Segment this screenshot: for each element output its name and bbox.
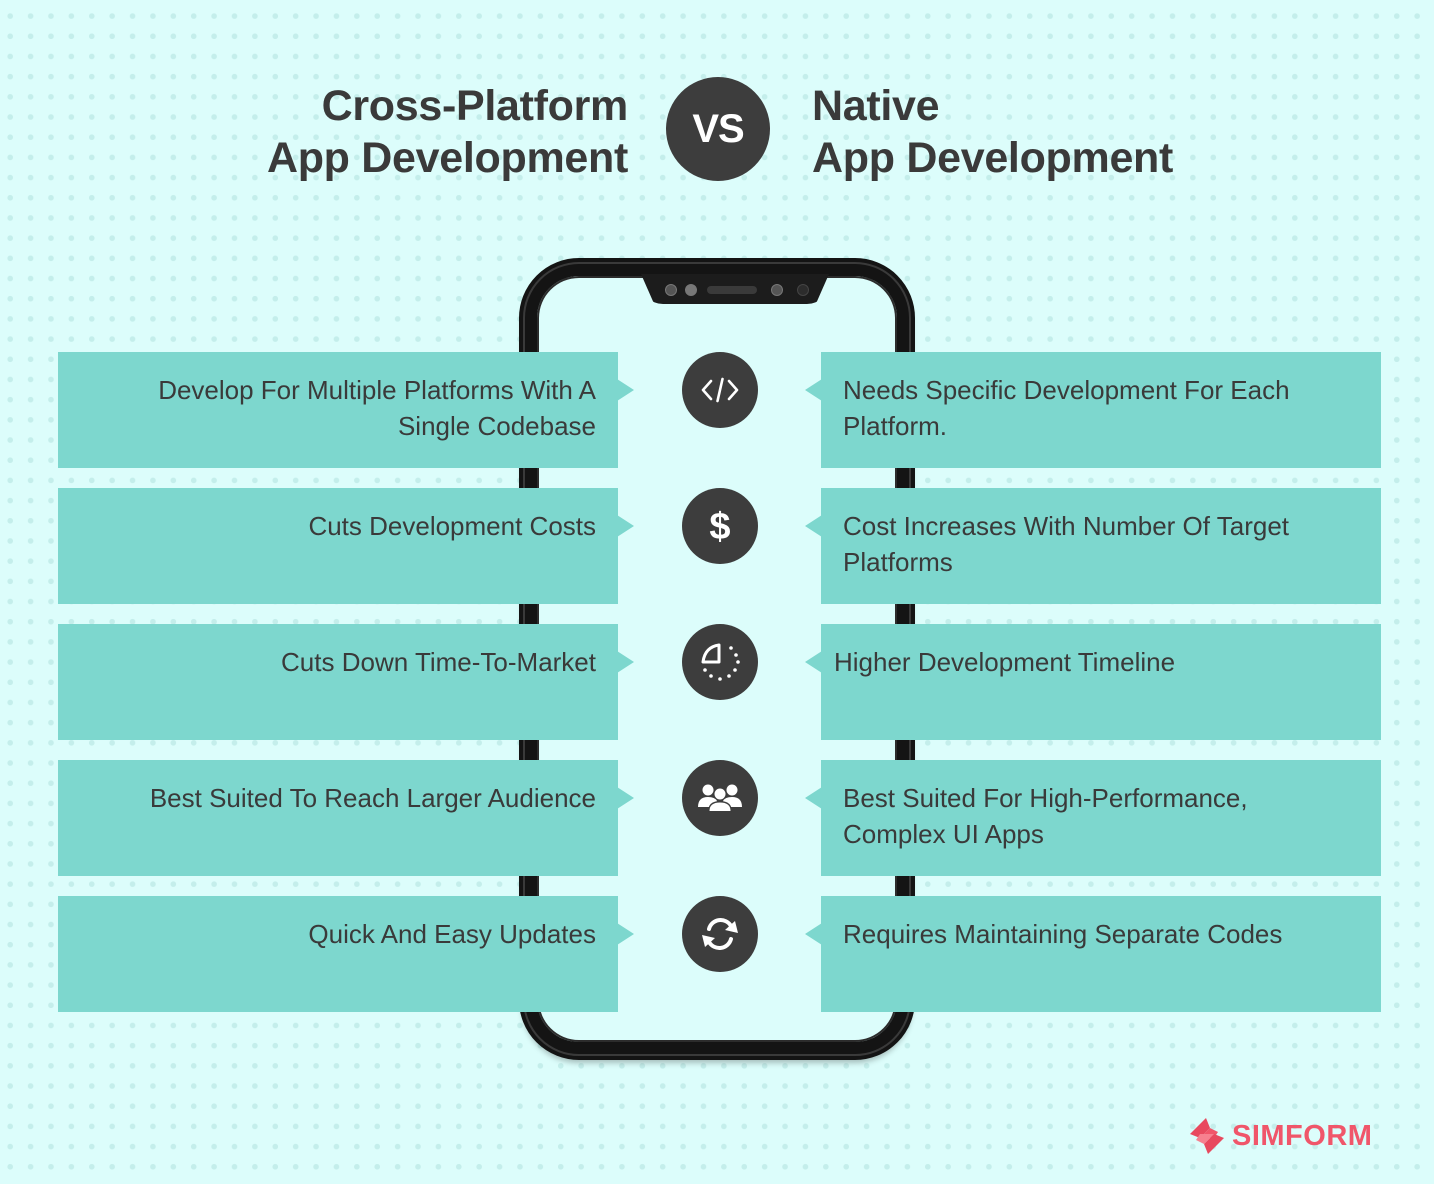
cross-platform-title-line-2: App Development (266, 134, 628, 182)
native-card-codebase: Needs Specific Development For Each Plat… (805, 352, 1381, 468)
vs-label: VS (692, 106, 744, 151)
cross-platform-text: Quick And Easy Updates (308, 919, 596, 949)
native-text: Higher Development Timeline (834, 647, 1176, 677)
cross-platform-card-codebase: Develop For Multiple Platforms With A Si… (58, 352, 634, 468)
cross-platform-text: Best Suited To Reach Larger Audience (149, 783, 596, 813)
native-card-time: Higher Development Timeline (805, 624, 1381, 740)
code-icon (682, 352, 758, 428)
cross-platform-text: Develop For Multiple Platforms With A (158, 375, 596, 405)
cross-platform-card-updates: Quick And Easy Updates (58, 896, 634, 1012)
cross-platform-card-time: Cuts Down Time-To-Market (58, 624, 634, 740)
phone-notch (641, 274, 829, 304)
simform-logo: SIMFORM (1188, 1116, 1372, 1156)
cross-platform-card-audience: Best Suited To Reach Larger Audience (58, 760, 634, 876)
front-sensor-icon (771, 284, 783, 296)
native-text: Cost Increases With Number Of Target (843, 511, 1290, 541)
simform-logo-icon (1190, 1118, 1224, 1154)
users-icon (682, 760, 758, 836)
native-text: Platforms (843, 547, 953, 577)
native-text: Complex UI Apps (843, 819, 1044, 849)
simform-logo-text: SIMFORM (1232, 1119, 1373, 1152)
svg-text:$: $ (709, 506, 730, 546)
front-sensor-icon (665, 284, 677, 296)
earpiece-speaker (707, 286, 757, 294)
cross-platform-text: Single Codebase (397, 411, 596, 441)
native-card-audience: Best Suited For High-Performance, Comple… (805, 760, 1381, 876)
cross-platform-text: Cuts Down Time-To-Market (281, 647, 596, 677)
cross-platform-text: Cuts Development Costs (308, 511, 596, 541)
refresh-icon (682, 896, 758, 972)
cross-platform-card-cost: Cuts Development Costs (58, 488, 634, 604)
timer-icon (682, 624, 758, 700)
dollar-icon: $ (682, 488, 758, 564)
native-text: Best Suited For High-Performance, (843, 783, 1248, 813)
cross-platform-title: Cross-Platform App Development (267, 80, 628, 184)
native-card-updates: Requires Maintaining Separate Codes (805, 896, 1381, 1012)
native-text: Requires Maintaining Separate Codes (843, 919, 1283, 949)
proximity-sensor-icon (797, 284, 809, 296)
vs-badge: VS (666, 77, 770, 181)
native-title-line-2: App Development (812, 134, 1174, 182)
native-text: Platform. (843, 411, 948, 441)
native-title: Native App Development (812, 80, 1173, 184)
native-text: Needs Specific Development For Each (843, 375, 1290, 405)
native-title-line-1: Native (812, 82, 940, 130)
front-camera-icon (685, 284, 697, 296)
cross-platform-title-line-1: Cross-Platform (321, 82, 629, 130)
native-card-cost: Cost Increases With Number Of Target Pla… (805, 488, 1381, 604)
